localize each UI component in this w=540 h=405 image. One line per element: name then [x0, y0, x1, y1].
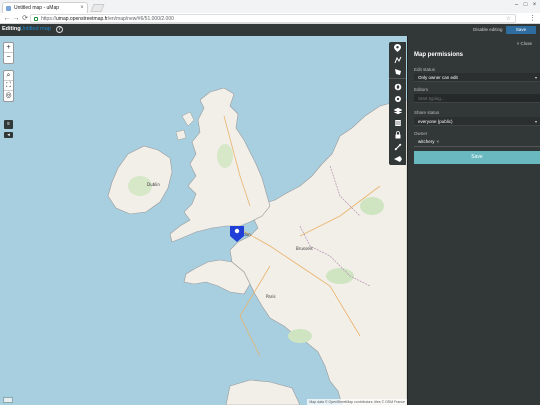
- browser-tab[interactable]: Untitled map - uMap ×: [2, 2, 88, 13]
- minimize-icon[interactable]: –: [512, 2, 521, 8]
- panel-save-button[interactable]: Save: [414, 151, 540, 164]
- panel-close-button[interactable]: × Close: [517, 41, 532, 46]
- map-marker[interactable]: [230, 226, 244, 242]
- reload-icon[interactable]: ⟳: [21, 14, 29, 23]
- layers-icon[interactable]: [389, 105, 406, 117]
- permissions-panel: × Close Map permissions Edit status Only…: [407, 36, 540, 405]
- tab-title: Untitled map - uMap: [14, 5, 60, 11]
- zoom-out-button[interactable]: −: [4, 53, 13, 63]
- marker-icon[interactable]: [389, 42, 406, 54]
- close-icon: ×: [516, 41, 520, 46]
- panel-title: Map permissions: [414, 52, 464, 58]
- help-icon[interactable]: ?: [56, 26, 63, 33]
- layers-button[interactable]: ≡: [4, 120, 13, 129]
- polyline-icon[interactable]: [389, 54, 406, 66]
- remove-owner-icon[interactable]: ×: [437, 139, 440, 144]
- search-icon[interactable]: ⌕: [4, 71, 13, 81]
- city-label-paris: Paris: [266, 294, 276, 299]
- map-attribution[interactable]: Map data © OpenStreetMap contributors, t…: [307, 399, 407, 405]
- map-name-link[interactable]: Untitled map: [20, 26, 51, 32]
- settings-icon[interactable]: [389, 93, 406, 105]
- permissions-icon[interactable]: [389, 129, 406, 141]
- zoom-control: + −: [3, 42, 14, 64]
- disable-editing-button[interactable]: Disable editing: [470, 26, 506, 34]
- island-land: [175, 129, 187, 141]
- url-scheme: https://: [41, 15, 57, 22]
- share-status-select[interactable]: everyone (public) ▾: [414, 117, 540, 126]
- umap-top-bar: Editing Untitled map ? Disable editing S…: [0, 24, 540, 36]
- favicon-icon: [6, 5, 11, 11]
- editing-label: Editing: [2, 26, 21, 32]
- edit-status-value: Only owner can edit: [418, 75, 458, 80]
- datalayers-icon[interactable]: [389, 117, 406, 129]
- center-icon[interactable]: [389, 81, 406, 93]
- url-host: umap.openstreetmap.fr: [56, 15, 108, 22]
- editors-input[interactable]: Start typing...: [414, 94, 540, 103]
- chevron-down-icon: ▾: [534, 119, 537, 124]
- address-bar[interactable]: https://umap.openstreetmap.fr/en/map/new…: [30, 14, 516, 23]
- forest-area: [288, 329, 312, 343]
- owner-field[interactable]: witchery ×: [414, 137, 540, 147]
- share-status-label: Share status: [414, 110, 440, 115]
- window-close-icon[interactable]: ×: [530, 2, 539, 8]
- browser-tab-bar: Untitled map - uMap × – □ ×: [0, 0, 540, 13]
- tilelayer-icon[interactable]: [389, 141, 406, 153]
- edit-status-label: Edit status: [414, 67, 436, 72]
- continent-land: [229, 99, 407, 405]
- url-text: https://umap.openstreetmap.fr/en/map/new…: [41, 16, 174, 22]
- scale-box: [3, 397, 13, 403]
- edit-toolbar: [389, 42, 406, 165]
- browser-menu-icon[interactable]: ⋮: [529, 14, 536, 23]
- owner-value: witchery: [418, 139, 435, 144]
- city-label-dublin: Dublin: [147, 182, 160, 187]
- edit-status-select[interactable]: Only owner can edit ▾: [414, 73, 540, 82]
- save-button[interactable]: Save: [506, 26, 536, 34]
- owner-label: Owner: [414, 131, 428, 136]
- forest-area: [217, 144, 233, 168]
- chevron-down-icon: ▾: [534, 75, 537, 80]
- browser-toolbar: ← → ⟳ https://umap.openstreetmap.fr/en/m…: [0, 13, 540, 24]
- polygon-icon[interactable]: [389, 66, 406, 78]
- map-canvas[interactable]: Dublin London Brussels Paris + − ⌕ ⛶ ◎ ≡…: [0, 36, 407, 405]
- editors-label: Editors: [414, 87, 429, 92]
- tab-close-icon[interactable]: ×: [79, 5, 85, 11]
- forest-area: [360, 197, 384, 215]
- more-controls-button[interactable]: ◂: [4, 132, 13, 138]
- url-path: /en/map/new/#6/51.000/2.000: [107, 15, 174, 22]
- map-tools-control: ⌕ ⛶ ◎: [3, 70, 14, 102]
- forward-icon[interactable]: →: [12, 14, 20, 23]
- share-status-value: everyone (public): [418, 119, 453, 124]
- new-tab-button[interactable]: [90, 4, 105, 12]
- close-label: Close: [520, 41, 532, 46]
- zoom-in-button[interactable]: +: [4, 43, 13, 53]
- map-tiles: Dublin London Brussels Paris: [107, 87, 407, 405]
- fullscreen-icon[interactable]: ⛶: [4, 81, 13, 91]
- city-label-brussels: Brussels: [296, 246, 313, 251]
- back-icon[interactable]: ←: [3, 14, 11, 23]
- maximize-icon[interactable]: □: [521, 2, 530, 8]
- island-land: [181, 111, 195, 127]
- import-icon[interactable]: [389, 153, 406, 165]
- locate-icon[interactable]: ◎: [4, 91, 13, 101]
- iberia-land: [225, 379, 301, 405]
- bookmark-star-icon[interactable]: ☆: [506, 15, 511, 23]
- lock-icon: [34, 16, 38, 21]
- editors-placeholder: Start typing...: [418, 96, 445, 101]
